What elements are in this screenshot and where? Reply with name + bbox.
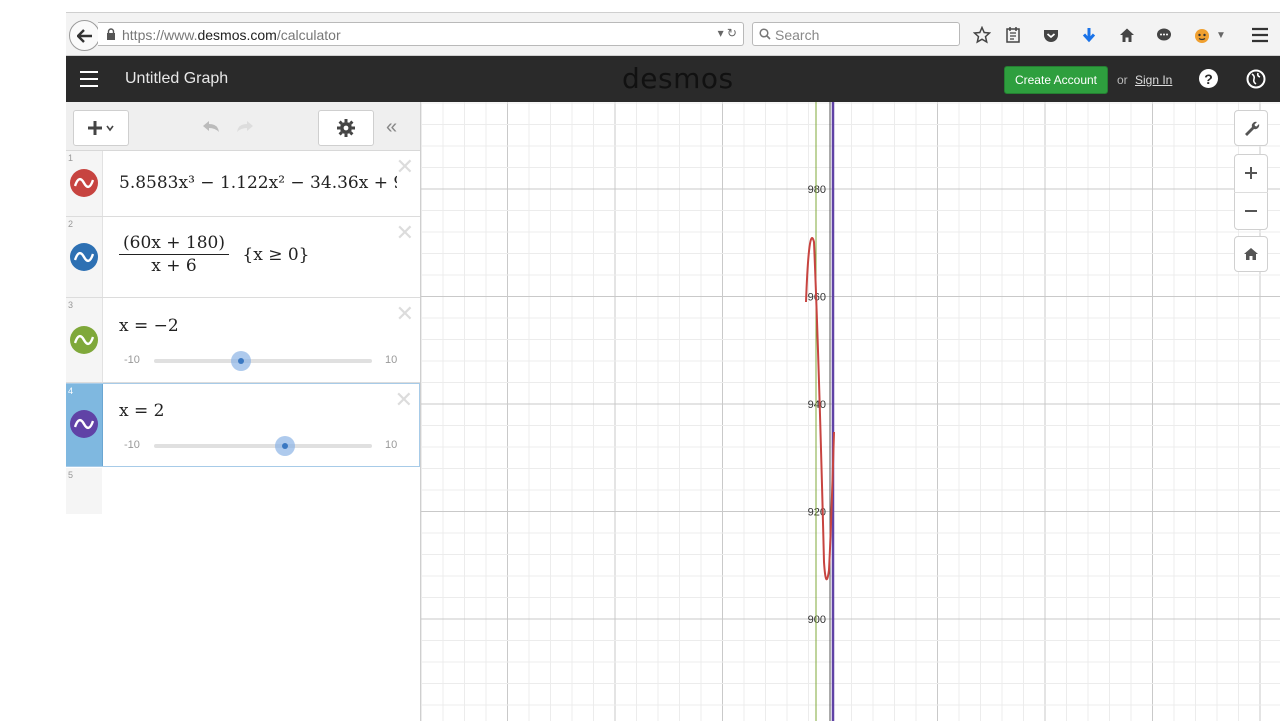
y-tick-label: 980 (808, 184, 826, 196)
slider-min-label: -10 (124, 354, 140, 366)
search-placeholder: Search (775, 27, 820, 43)
menu-icon[interactable] (1250, 25, 1270, 45)
settings-button[interactable] (318, 110, 374, 146)
expression-number: 4 (68, 386, 74, 396)
expression-gutter: 5 (66, 468, 102, 514)
graph-svg[interactable]: 980960940920900880 (421, 102, 1280, 721)
expression-panel: « 1 5.8583x³ − 1.122x² − 34.36x + 9 ✕ 2 … (66, 102, 421, 721)
expression-row-3[interactable]: 3 x = −2 -10 10 ✕ (66, 298, 420, 383)
gear-icon (337, 119, 355, 137)
zoom-in-button[interactable] (1234, 155, 1268, 193)
sign-in-link[interactable]: Sign In (1135, 73, 1172, 87)
or-text: or (1117, 73, 1128, 87)
delete-icon[interactable]: ✕ (395, 387, 413, 413)
expression-math[interactable]: x = −2 (119, 316, 179, 336)
expression-number: 2 (68, 219, 74, 229)
dropdown-arrow-icon[interactable]: ▼ (1214, 25, 1228, 45)
graph-canvas[interactable]: 980960940920900880 (421, 102, 1280, 721)
y-tick-label: 900 (808, 614, 826, 626)
slider-max-label: 10 (385, 439, 398, 451)
default-viewport-button[interactable] (1234, 236, 1268, 272)
expression-math[interactable]: (60x + 180) x + 6 {x ≥ 0} (119, 233, 309, 276)
slider-thumb[interactable] (274, 436, 295, 456)
expression-gutter: 3 (66, 298, 103, 382)
slider-track[interactable] (154, 444, 372, 448)
slider-track[interactable] (154, 359, 372, 363)
expression-gutter: 4 (66, 384, 103, 466)
add-expression-button[interactable] (73, 110, 129, 146)
expression-number: 1 (68, 153, 74, 163)
zoom-out-button[interactable] (1234, 193, 1268, 230)
expression-row-2[interactable]: 2 (60x + 180) x + 6 {x ≥ 0} ✕ (66, 217, 420, 298)
slider-thumb[interactable] (231, 351, 252, 371)
slider-min-label: -10 (124, 439, 140, 451)
chat-icon[interactable] (1154, 25, 1174, 45)
fraction-denominator: x + 6 (151, 256, 197, 276)
hamburger-menu-icon[interactable] (80, 71, 98, 87)
expression-gutter: 2 (66, 217, 103, 297)
domain-restriction: {x ≥ 0} (242, 244, 310, 265)
minus-icon (1245, 209, 1257, 212)
search-bar[interactable]: Search (752, 22, 960, 46)
expression-math[interactable]: 5.8583x³ − 1.122x² − 34.36x + 9 (119, 173, 397, 193)
globe-icon[interactable] (1246, 69, 1266, 94)
help-icon[interactable]: ? (1199, 69, 1218, 88)
graph-settings-button[interactable] (1234, 110, 1268, 146)
zoom-controls (1234, 154, 1268, 230)
search-icon (759, 28, 771, 40)
y-tick-label: 940 (808, 399, 826, 411)
expression-row-5[interactable]: 5 (66, 468, 420, 514)
download-icon[interactable] (1079, 25, 1099, 45)
desmos-logo: desmos (622, 62, 734, 95)
expression-toolbar: « (66, 102, 420, 151)
sine-wave-icon[interactable] (70, 243, 98, 271)
home-icon[interactable] (1117, 25, 1137, 45)
lock-icon (107, 28, 115, 40)
delete-icon[interactable]: ✕ (396, 301, 414, 327)
plus-icon (1245, 167, 1257, 180)
sine-wave-icon[interactable] (70, 326, 98, 354)
expression-math[interactable]: x = 2 (119, 401, 164, 421)
expression-row-1[interactable]: 1 5.8583x³ − 1.122x² − 34.36x + 9 ✕ (66, 151, 420, 217)
expression-number: 3 (68, 300, 74, 310)
home-icon (1244, 248, 1258, 260)
sine-wave-icon[interactable] (70, 169, 98, 197)
reload-icon[interactable]: ▾ ↻ (718, 26, 737, 40)
create-account-button[interactable]: Create Account (1004, 66, 1108, 94)
app-header: Untitled Graph desmos Create Account or … (66, 56, 1280, 102)
expression-gutter: 1 (66, 151, 103, 216)
reading-list-icon[interactable] (1003, 25, 1023, 45)
back-arrow-icon (76, 28, 92, 43)
pocket-icon[interactable] (1041, 25, 1061, 45)
sine-wave-icon[interactable] (70, 410, 98, 438)
delete-icon[interactable]: ✕ (396, 154, 414, 180)
wrench-icon (1245, 121, 1260, 136)
fraction-numerator: (60x + 180) (119, 233, 229, 255)
collapse-panel-icon[interactable]: « (386, 116, 397, 139)
back-button[interactable] (69, 20, 100, 51)
browser-toolbar: https://www.desmos.com/calculator ▾ ↻ Se… (66, 13, 1280, 56)
expression-number: 5 (68, 470, 74, 480)
expression-row-4[interactable]: 4 x = 2 -10 10 ✕ (66, 383, 420, 467)
url-text: https://www.desmos.com/calculator (122, 27, 341, 43)
url-bar[interactable]: https://www.desmos.com/calculator ▾ ↻ (98, 22, 744, 46)
delete-icon[interactable]: ✕ (396, 220, 414, 246)
slider-max-label: 10 (385, 354, 398, 366)
graph-title[interactable]: Untitled Graph (125, 70, 228, 88)
browser-window: https://www.desmos.com/calculator ▾ ↻ Se… (66, 12, 1280, 721)
undo-icon[interactable] (200, 118, 222, 134)
bookmark-star-icon[interactable] (972, 25, 992, 45)
redo-icon[interactable] (234, 118, 256, 134)
plus-icon (88, 121, 114, 135)
extension-face-icon[interactable] (1192, 25, 1212, 45)
